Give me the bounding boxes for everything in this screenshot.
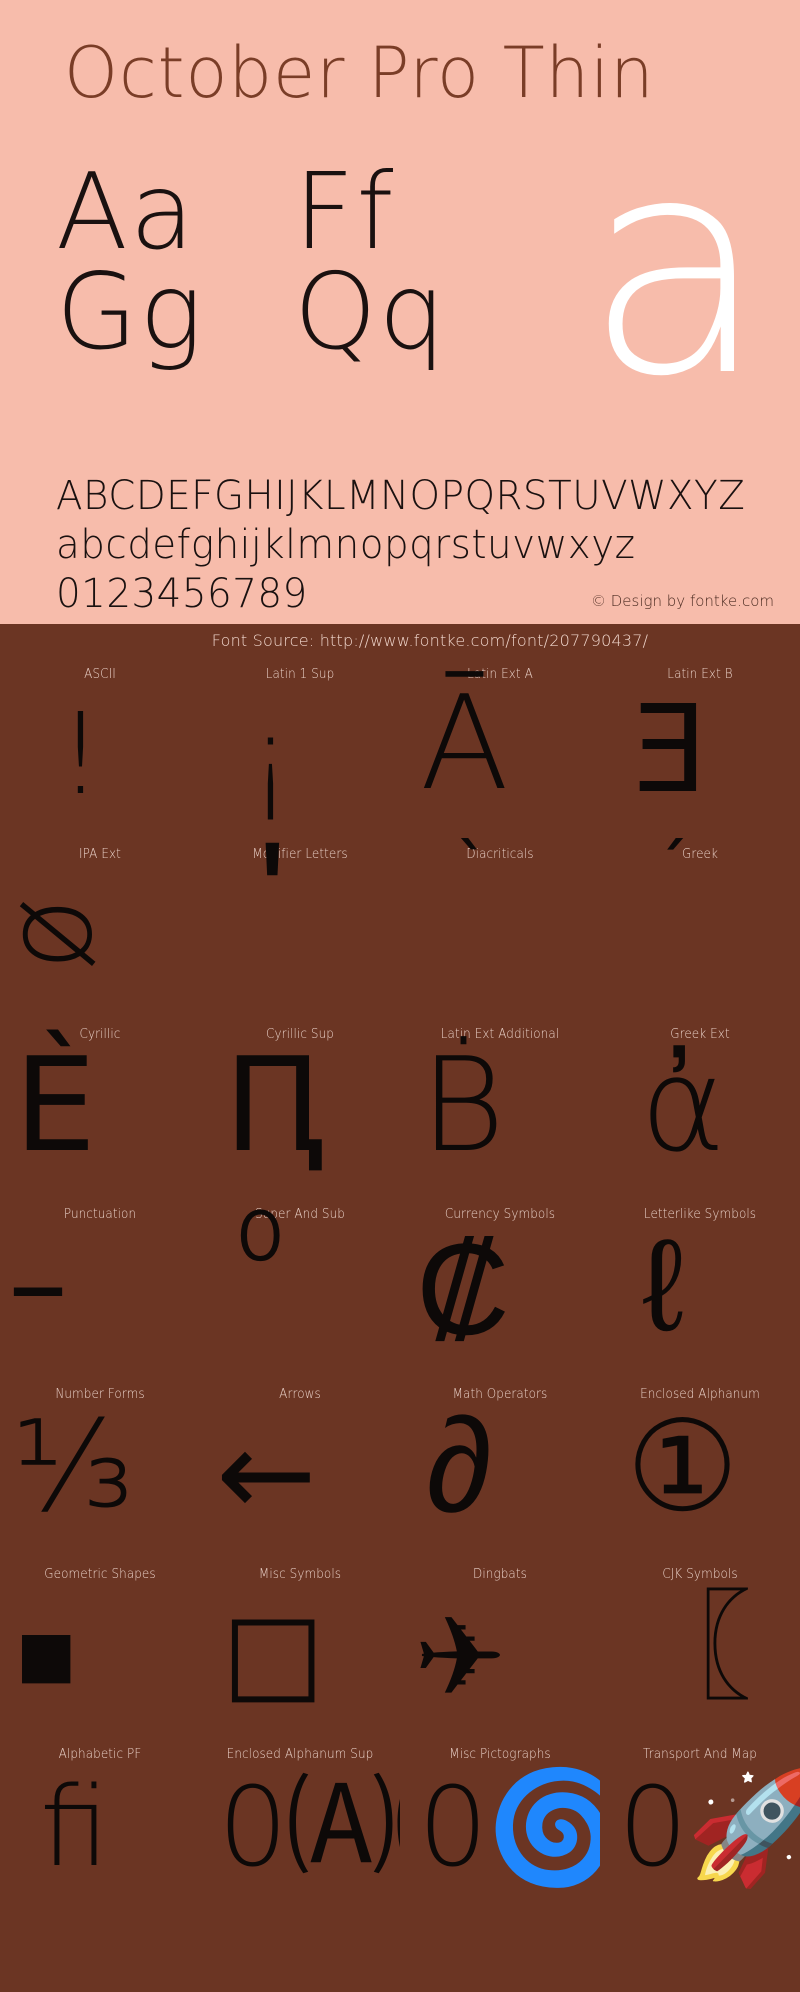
- unicode-block-glyph: ℓ: [642, 1209, 685, 1361]
- unicode-block-glyph: ʹ: [258, 838, 287, 982]
- unicode-block-cell[interactable]: Letterlike Symbols ℓ: [600, 1198, 800, 1378]
- unicode-block-cell[interactable]: Modifier Letters ʹ: [200, 838, 400, 1018]
- unicode-block-grid: ASCII! Latin 1 Sup ¡ Latin Ext A Ā Latin Ext …: [0, 658, 800, 1918]
- unicode-block-cell[interactable]: Super And Sub ⁰: [200, 1198, 400, 1378]
- unicode-block-glyph: Ā: [420, 667, 509, 819]
- unicode-block-glyph: 〖: [632, 1579, 752, 1718]
- unicode-block-cell[interactable]: ASCII!: [0, 658, 200, 838]
- alphabet-uppercase: ABCDEFGHIJKLMNOPQRSTUVWXYZ: [56, 473, 746, 519]
- unicode-block-cell[interactable]: Enclosed Alphanum ①: [600, 1378, 800, 1558]
- letter-pairs-group: Aa Ff Gg Qq: [56, 160, 526, 365]
- font-source-bar: Font Source: http://www.fontke.com/font/…: [0, 624, 800, 658]
- letter-pair-row: Aa Ff: [56, 160, 526, 265]
- unicode-block-cell[interactable]: Latin Ext AĀ: [400, 658, 600, 838]
- unicode-block-cell[interactable]: Dingbats ✈: [400, 1558, 600, 1738]
- unicode-block-glyph: □: [222, 1590, 325, 1715]
- unicode-block-glyph: 0🚀🚁: [618, 1763, 800, 1891]
- copyright-notice: © Design by fontke.com: [590, 592, 774, 610]
- unicode-block-cell[interactable]: IPA Ext ᴓ: [0, 838, 200, 1018]
- unicode-block-cell[interactable]: Diacriticals `: [400, 838, 600, 1018]
- font-source-text: Font Source: http://www.fontke.com/font/…: [211, 631, 649, 650]
- unicode-block-glyph: ¡: [248, 696, 293, 826]
- unicode-block-cell[interactable]: Transport And Map0🚀🚁: [600, 1738, 800, 1918]
- letter-pair-Qq: Qq: [294, 251, 448, 373]
- unicode-block-glyph: ⁰: [234, 1198, 287, 1337]
- unicode-block-glyph: ᴓ: [16, 857, 99, 996]
- unicode-block-glyph: Ǝ: [632, 681, 708, 820]
- unicode-block-row: Cyrillic Ѐ Cyrillic Sup Ԥ Latin Ext Addition…: [0, 1018, 800, 1198]
- unicode-block-cell[interactable]: Greek Ext ἀ: [600, 1018, 800, 1198]
- unicode-block-glyph: ﬁ: [40, 1763, 109, 1891]
- unicode-block-cell[interactable]: Currency Symbols ₡: [400, 1198, 600, 1378]
- alphabet-lowercase: abcdefghijklmnopqrstuvwxyz: [56, 521, 636, 568]
- font-title: October Pro Thin: [64, 32, 655, 114]
- specimen-panel: October Pro Thin Aa Ff Gg Qq a ABCDEFGHI…: [0, 0, 800, 624]
- unicode-block-glyph: ₡: [416, 1213, 510, 1365]
- unicode-block-cell[interactable]: Punctuation –: [0, 1198, 200, 1378]
- unicode-block-glyph: 0🄐🄑: [218, 1763, 400, 1891]
- unicode-block-glyph: Ԥ: [224, 1029, 328, 1181]
- unicode-block-row: Punctuation – Super And Sub ⁰ Currency Symbo…: [0, 1198, 800, 1378]
- unicode-block-cell[interactable]: Greek ΄: [600, 838, 800, 1018]
- unicode-block-cell[interactable]: Math Operators ∂: [400, 1378, 600, 1558]
- unicode-block-cell[interactable]: CJK Symbols 〖: [600, 1558, 800, 1738]
- unicode-block-glyph: ←: [216, 1405, 317, 1544]
- unicode-block-cell[interactable]: Arrows ←: [200, 1378, 400, 1558]
- unicode-block-row: ASCII! Latin 1 Sup ¡ Latin Ext A Ā Latin Ext …: [0, 658, 800, 838]
- unicode-block-cell[interactable]: Number Forms ⅓: [0, 1378, 200, 1558]
- unicode-block-glyph: ⅓: [12, 1393, 135, 1540]
- unicode-block-row: Number Forms ⅓ Arrows ← Math Operators ∂ Enclo…: [0, 1378, 800, 1558]
- unicode-block-glyph: ΄: [640, 838, 713, 978]
- unicode-block-glyph: 0🌀🌁: [418, 1763, 600, 1891]
- unicode-block-cell[interactable]: Cyrillic Ѐ: [0, 1018, 200, 1198]
- unicode-block-glyph: –: [8, 1215, 68, 1354]
- unicode-block-row: Alphabetic PFﬁEnclosed Alphanum Sup0🄐🄑Mi…: [0, 1738, 800, 1918]
- hero-glyph: a: [584, 93, 768, 442]
- letter-pair-Aa: Aa: [56, 151, 197, 273]
- unicode-block-glyph: !: [58, 690, 103, 820]
- unicode-block-cell[interactable]: Latin Ext Additional Ḃ: [400, 1018, 600, 1198]
- unicode-block-glyph: ἀ: [640, 1029, 726, 1181]
- unicode-block-cell[interactable]: Latin Ext BƎ: [600, 658, 800, 838]
- unicode-block-glyph: Ḃ: [420, 1029, 506, 1181]
- unicode-block-row: Geometric Shapes ■ Misc Symbols □ Dingbats ✈ C…: [0, 1558, 800, 1738]
- unicode-block-row: IPA Ext ᴓ Modifier Letters ʹ Diacriticals ` Gr…: [0, 838, 800, 1018]
- unicode-block-cell[interactable]: Cyrillic Sup Ԥ: [200, 1018, 400, 1198]
- unicode-block-cell[interactable]: Misc Pictographs0🌀🌁: [400, 1738, 600, 1918]
- unicode-block-label: Dingbats: [473, 1567, 527, 1582]
- unicode-block-cell[interactable]: Geometric Shapes ■: [0, 1558, 200, 1738]
- unicode-block-cell[interactable]: Alphabetic PF ﬁ: [0, 1738, 200, 1918]
- unicode-block-glyph: Ѐ: [14, 1029, 97, 1181]
- unicode-block-cell[interactable]: Enclosed Alphanum Sup0🄐🄑: [200, 1738, 400, 1918]
- unicode-block-cell[interactable]: Latin 1 Sup ¡: [200, 658, 400, 838]
- unicode-block-glyph: ①: [626, 1393, 739, 1540]
- unicode-block-cell[interactable]: Misc Symbols □: [200, 1558, 400, 1738]
- letter-pair-row: Gg Qq: [56, 260, 526, 365]
- letter-pair-Gg: Gg: [56, 251, 205, 373]
- unicode-block-glyph: ∂: [426, 1387, 493, 1543]
- unicode-block-label: Latin 1 Sup: [265, 667, 335, 682]
- unicode-block-glyph: ✈: [414, 1593, 507, 1721]
- letter-pair-Ff: Ff: [294, 151, 396, 273]
- unicode-block-glyph: ■: [16, 1596, 77, 1713]
- unicode-block-glyph: `: [432, 838, 507, 978]
